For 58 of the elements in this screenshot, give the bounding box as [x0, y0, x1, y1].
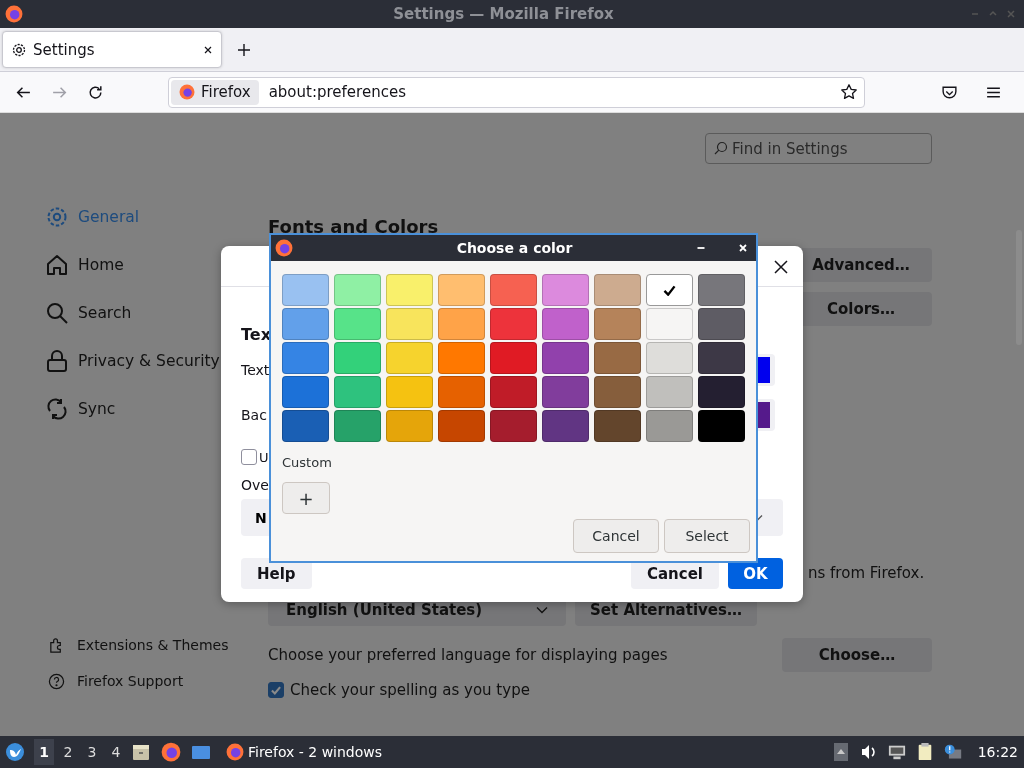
tray-expand-icon[interactable] [831, 743, 850, 761]
firefox-logo-icon [275, 239, 293, 257]
firefox-logo-icon [226, 743, 244, 761]
dialog-title: Choose a color [455, 240, 574, 256]
description-text: ns from Firefox. [808, 564, 926, 582]
firefox-logo-icon [179, 84, 195, 100]
firefox-logo-icon [5, 5, 23, 23]
language-prompt: Choose your preferred language for displaying pages [268, 646, 668, 664]
settings-icon [45, 205, 69, 229]
cancel-button[interactable]: Cancel [573, 519, 659, 553]
section-label: Custom [282, 455, 333, 470]
color-swatch[interactable] [646, 274, 693, 306]
browser-tab[interactable]: Settings [2, 31, 222, 68]
help-icon [48, 672, 65, 690]
lock-icon [45, 349, 69, 373]
dialog-heading: Tex [241, 325, 272, 346]
workspace-button[interactable]: 1 [34, 739, 54, 765]
taskbar-task[interactable]: Firefox - 2 windows [222, 737, 387, 767]
workspace-button[interactable]: 3 [82, 739, 102, 765]
settings-icon [11, 41, 27, 58]
select-button[interactable]: Select [664, 519, 750, 553]
field-label: Bac [241, 406, 267, 423]
choose-button[interactable]: Choose… [782, 638, 932, 672]
address-bar[interactable]: Firefox about:preferences [168, 76, 865, 108]
field-label: Text [241, 361, 270, 378]
check-icon [663, 284, 676, 296]
home-icon [45, 253, 69, 277]
star-icon[interactable] [840, 83, 858, 101]
close-tab-icon[interactable] [203, 44, 213, 55]
section-heading: Fonts and Colors [268, 216, 440, 239]
workspace-button[interactable]: 4 [106, 739, 126, 765]
sidebar-item[interactable]: Home [0, 241, 268, 289]
checkbox-label: Check your spelling as you type [290, 681, 530, 699]
volume-icon[interactable] [859, 743, 878, 761]
spellcheck-checkbox[interactable] [268, 682, 284, 698]
start-menu-icon[interactable] [5, 742, 25, 762]
file-cabinet-icon[interactable] [131, 742, 151, 762]
firefox-logo-icon[interactable] [161, 742, 181, 762]
new-tab-icon[interactable] [237, 42, 251, 57]
identity-button[interactable]: Firefox [171, 79, 259, 105]
search-icon [45, 301, 69, 325]
network-icon[interactable] [887, 743, 906, 761]
sync-icon [45, 397, 69, 421]
search-field[interactable]: Find in Settings [705, 133, 932, 164]
checkbox-label: U [259, 449, 269, 465]
sidebar-link[interactable]: Firefox Support [0, 663, 268, 699]
field-label: Ove [241, 477, 270, 493]
clock[interactable]: 16:22 [977, 744, 1018, 760]
search-icon [714, 141, 728, 155]
checkbox[interactable] [241, 449, 257, 465]
reload-icon[interactable] [87, 83, 104, 101]
pocket-icon[interactable] [941, 83, 958, 101]
sidebar-link[interactable]: Extensions & Themes [0, 627, 268, 663]
workspace-button[interactable]: 2 [58, 739, 78, 765]
notification-icon[interactable] [943, 743, 962, 761]
close-icon[interactable] [773, 259, 789, 275]
window-title: Settings — Mozilla Firefox [392, 5, 615, 23]
add-custom-color-button[interactable]: + [282, 482, 330, 514]
